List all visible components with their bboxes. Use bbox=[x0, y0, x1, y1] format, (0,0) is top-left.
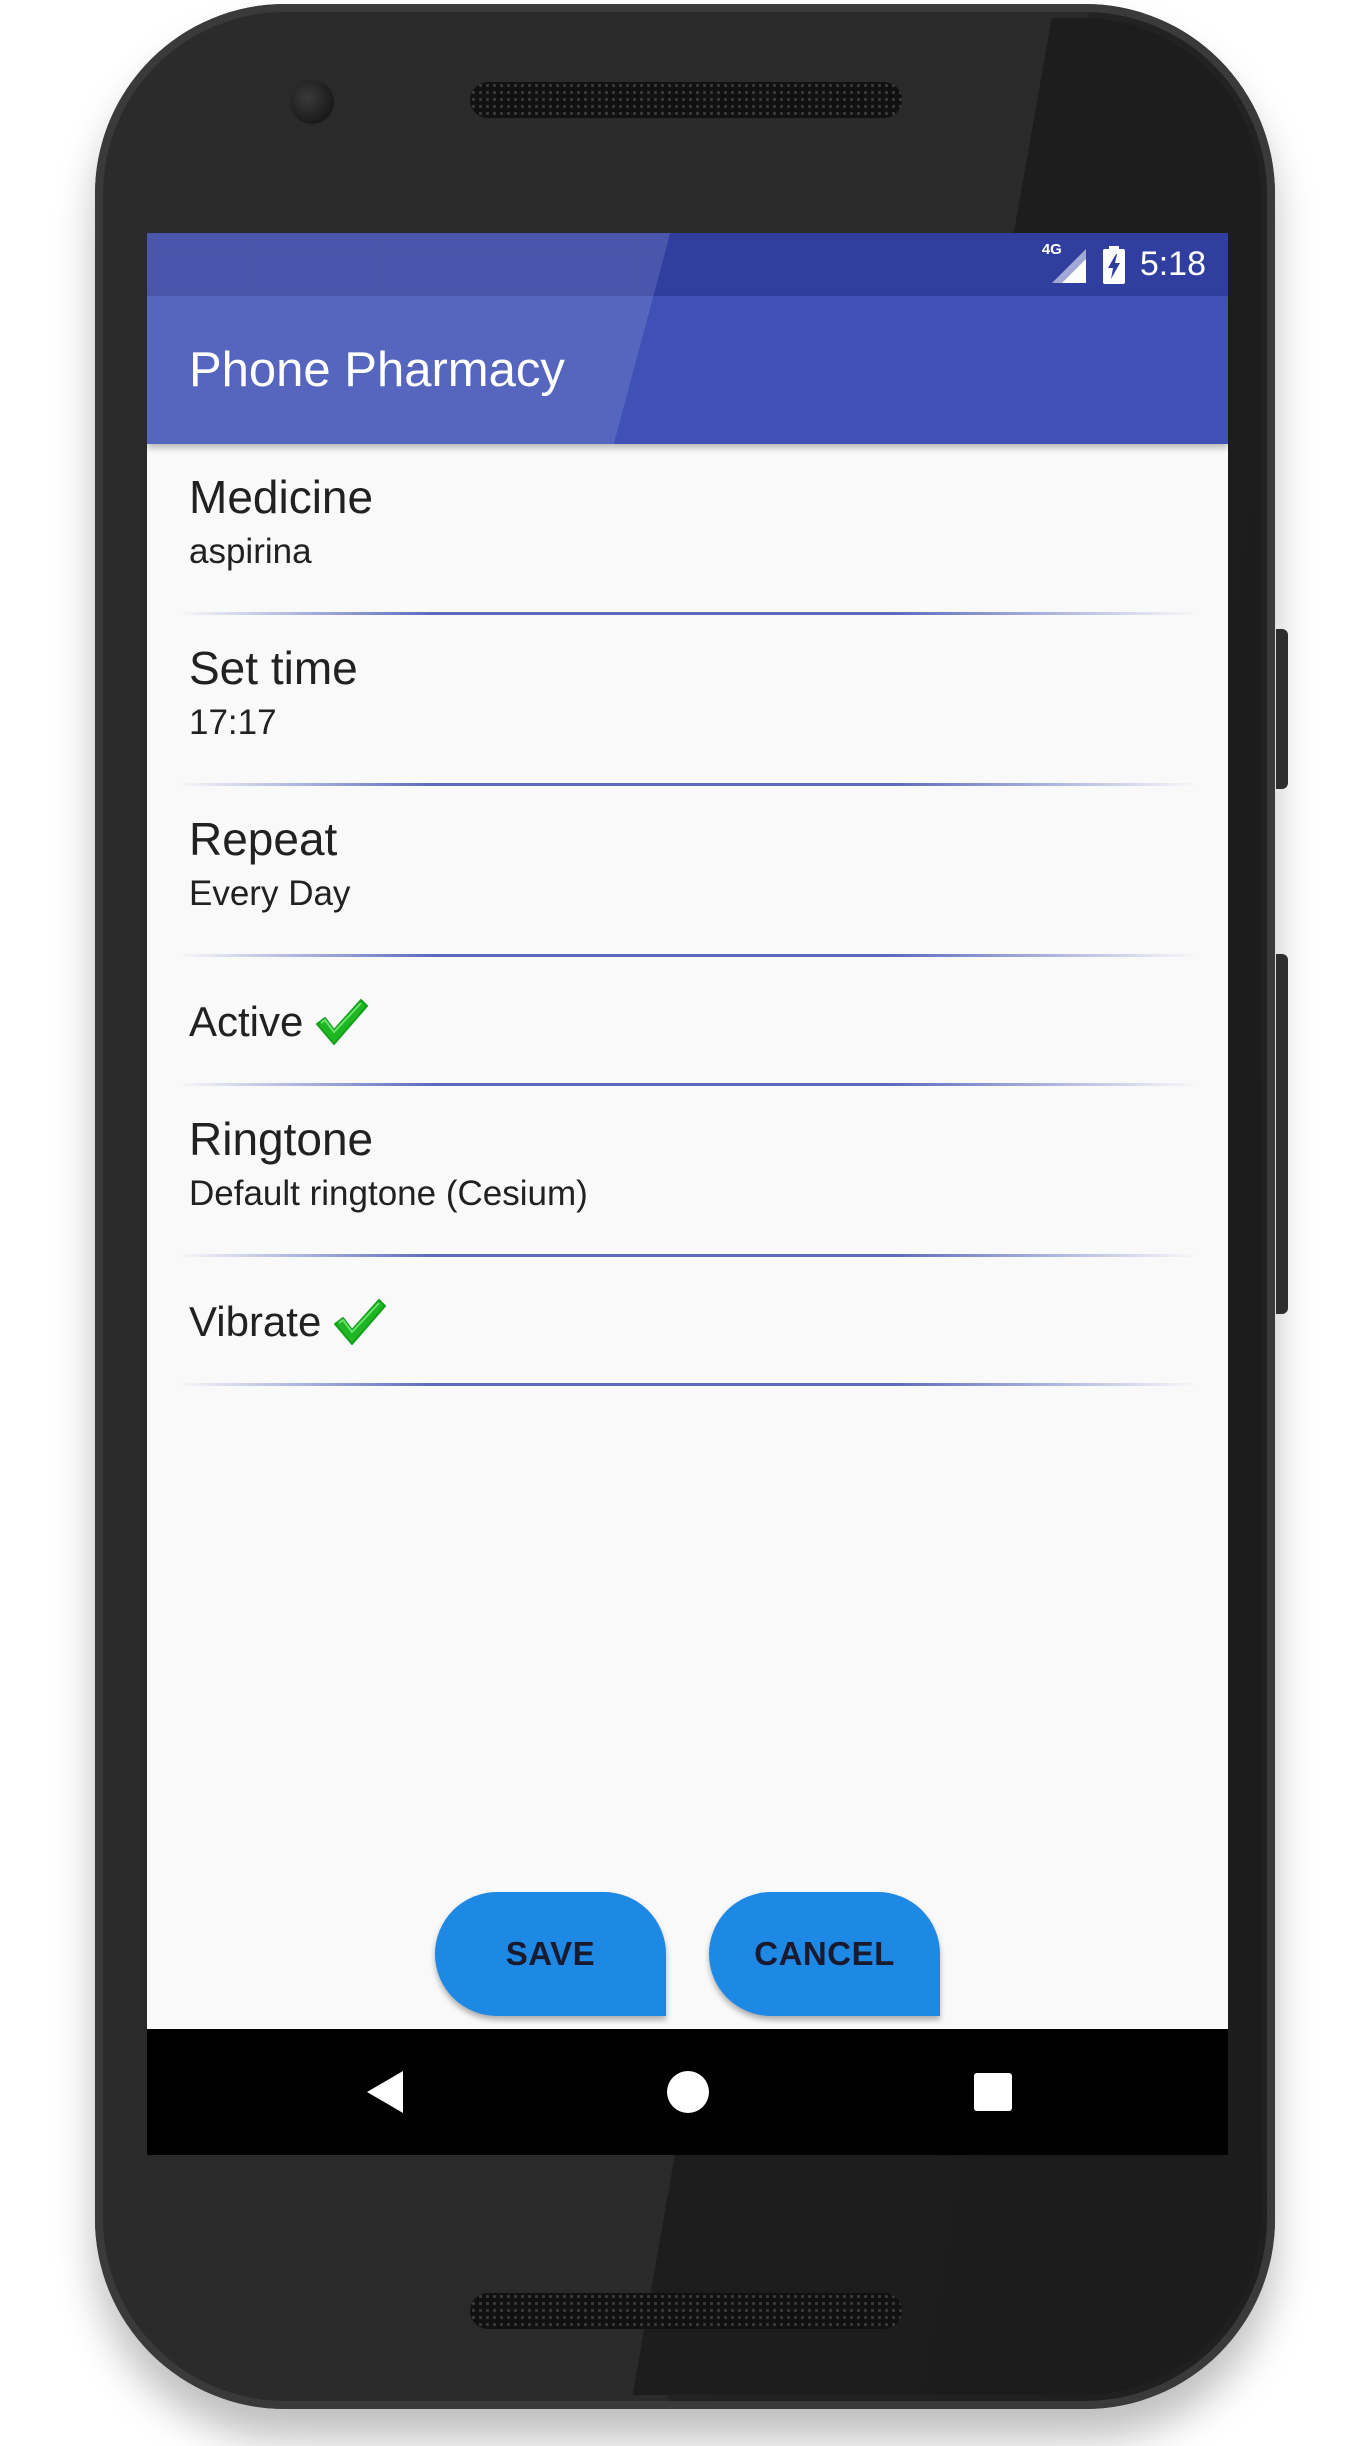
settings-list: Medicine aspirina Set time 17:17 Repeat … bbox=[147, 444, 1228, 1386]
active-setting[interactable]: Active bbox=[147, 957, 1228, 1086]
ringtone-setting[interactable]: Ringtone Default ringtone (Cesium) bbox=[147, 1086, 1228, 1257]
status-bar: 4G 5:18 bbox=[147, 233, 1228, 296]
cancel-button[interactable]: CANCEL bbox=[709, 1892, 940, 2016]
status-icons: 4G 5:18 bbox=[1042, 233, 1206, 296]
medicine-value: aspirina bbox=[189, 532, 312, 571]
top-speaker bbox=[470, 82, 902, 118]
navigation-bar bbox=[147, 2029, 1228, 2155]
app-title: Phone Pharmacy bbox=[189, 343, 565, 397]
vibrate-setting[interactable]: Vibrate bbox=[147, 1257, 1228, 1386]
set-time-label: Set time bbox=[189, 642, 358, 694]
checkmark-icon[interactable] bbox=[311, 994, 371, 1050]
device-mockup: 4G 5:18 Phone Pharmacy Medicine aspirina… bbox=[0, 0, 1370, 2446]
active-label: Active bbox=[189, 997, 304, 1045]
set-time-setting[interactable]: Set time 17:17 bbox=[147, 615, 1228, 786]
battery-charging-icon bbox=[1102, 245, 1126, 285]
signal-icon: 4G bbox=[1042, 241, 1088, 285]
home-icon[interactable] bbox=[665, 2067, 711, 2122]
status-time: 5:18 bbox=[1139, 245, 1206, 283]
vibrate-label: Vibrate bbox=[189, 1297, 322, 1345]
ringtone-value: Default ringtone (Cesium) bbox=[189, 1174, 588, 1213]
repeat-value: Every Day bbox=[189, 874, 351, 913]
vibrate-toggle[interactable]: Vibrate bbox=[189, 1257, 389, 1386]
checkmark-icon[interactable] bbox=[329, 1294, 389, 1350]
repeat-setting[interactable]: Repeat Every Day bbox=[147, 786, 1228, 957]
app-bar: Phone Pharmacy bbox=[147, 296, 1228, 444]
action-buttons: SAVE CANCEL bbox=[147, 1892, 1228, 2018]
recents-icon[interactable] bbox=[971, 2067, 1015, 2122]
power-button bbox=[1276, 629, 1288, 789]
repeat-label: Repeat bbox=[189, 813, 338, 865]
medicine-label: Medicine bbox=[189, 471, 374, 523]
bottom-speaker bbox=[470, 2293, 902, 2329]
front-camera bbox=[290, 80, 334, 124]
save-button[interactable]: SAVE bbox=[435, 1892, 666, 2016]
divider bbox=[177, 1383, 1198, 1386]
active-toggle[interactable]: Active bbox=[189, 957, 371, 1086]
back-icon[interactable] bbox=[363, 2067, 407, 2122]
set-time-value: 17:17 bbox=[189, 703, 277, 742]
network-type-label: 4G bbox=[1041, 240, 1062, 258]
ringtone-label: Ringtone bbox=[189, 1113, 374, 1165]
screen: 4G 5:18 Phone Pharmacy Medicine aspirina… bbox=[147, 233, 1228, 2155]
volume-button bbox=[1276, 954, 1288, 1314]
medicine-setting[interactable]: Medicine aspirina bbox=[147, 444, 1228, 615]
